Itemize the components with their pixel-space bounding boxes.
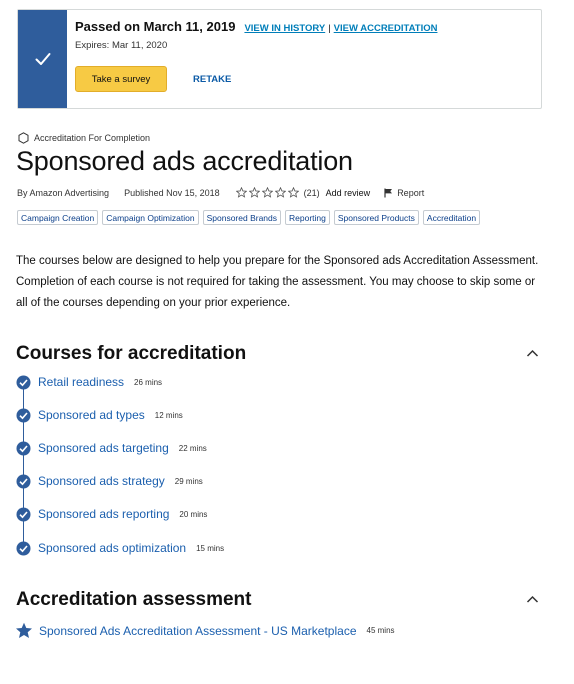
course-duration: 20 mins: [179, 509, 208, 519]
assessment-duration: 45 mins: [366, 626, 395, 635]
course-duration: 22 mins: [178, 443, 207, 453]
meta-row: By Amazon Advertising Published Nov 15, …: [17, 187, 424, 198]
star-outline-icon: [248, 187, 260, 198]
completed-check-icon: [16, 441, 31, 455]
course-link[interactable]: Sponsored ads strategy: [38, 474, 165, 488]
course-duration: 26 mins: [134, 377, 163, 387]
checkmark-icon: [35, 53, 50, 65]
course-item: Sponsored ads strategy 29 mins: [16, 473, 203, 489]
flag-icon: [384, 188, 393, 197]
completed-check-icon: [16, 375, 31, 389]
completed-check-icon: [16, 541, 31, 555]
course-item: Sponsored ads targeting 22 mins: [16, 440, 207, 456]
take-survey-button[interactable]: Take a survey: [75, 66, 167, 92]
course-duration: 29 mins: [174, 476, 203, 486]
report-link[interactable]: Report: [384, 188, 424, 198]
retake-button[interactable]: RETAKE: [193, 74, 231, 85]
star-outline-icon: [261, 187, 273, 198]
chevron-up-icon[interactable]: [526, 595, 539, 604]
course-link[interactable]: Sponsored ads targeting: [38, 441, 169, 455]
completed-check-icon: [16, 474, 31, 488]
tag-list: Campaign Creation Campaign Optimization …: [17, 210, 484, 225]
report-label: Report: [397, 187, 425, 198]
course-link[interactable]: Sponsored ads optimization: [38, 541, 186, 555]
course-duration: 12 mins: [154, 410, 183, 420]
star-outline-icon: [274, 187, 286, 198]
assessment-section-title: Accreditation assessment: [16, 589, 252, 610]
hexagon-icon: [18, 132, 29, 144]
tag-accreditation[interactable]: Accreditation: [422, 210, 481, 225]
rating-stars[interactable]: [235, 187, 301, 198]
link-separator: |: [328, 23, 331, 34]
rating-count: (21): [303, 187, 320, 198]
course-link[interactable]: Sponsored ads reporting: [38, 507, 169, 521]
course-item: Sponsored ads optimization 15 mins: [16, 540, 224, 556]
page-title: Sponsored ads accreditation: [16, 146, 353, 176]
course-link[interactable]: Sponsored ad types: [38, 408, 145, 422]
completed-check-icon: [16, 507, 31, 521]
passed-card: Passed on March 11, 2019 VIEW IN HISTORY…: [17, 9, 542, 109]
star-outline-icon: [287, 187, 299, 198]
passed-check-bar: [18, 10, 67, 108]
passed-title: Passed on March 11, 2019: [75, 19, 236, 34]
tag-sponsored-products[interactable]: Sponsored Products: [333, 210, 419, 225]
expires-date: Expires: Mar 11, 2020: [75, 40, 168, 51]
view-in-history-link[interactable]: VIEW IN HISTORY: [244, 23, 325, 34]
courses-section-title: Courses for accreditation: [16, 343, 247, 364]
tag-sponsored-brands[interactable]: Sponsored Brands: [202, 210, 282, 225]
published-date: Published Nov 15, 2018: [124, 187, 220, 198]
course-item: Sponsored ad types 12 mins: [16, 407, 183, 423]
completed-check-icon: [16, 408, 31, 422]
assessment-link[interactable]: Sponsored Ads Accreditation Assessment -…: [39, 624, 357, 638]
add-review-link[interactable]: Add review: [326, 188, 371, 198]
accreditation-type-label: Accreditation For Completion: [34, 133, 151, 143]
assessment-item: Sponsored Ads Accreditation Assessment -…: [15, 622, 395, 639]
course-link[interactable]: Retail readiness: [38, 375, 124, 389]
course-item: Sponsored ads reporting 20 mins: [16, 506, 207, 522]
description: The courses below are designed to help y…: [16, 255, 539, 309]
star-filled-icon: [16, 622, 32, 638]
view-accreditation-link[interactable]: VIEW ACCREDITATION: [334, 23, 438, 34]
author: By Amazon Advertising: [17, 187, 110, 198]
tag-reporting[interactable]: Reporting: [285, 210, 330, 225]
star-outline-icon: [235, 187, 247, 198]
tag-campaign-optimization[interactable]: Campaign Optimization: [102, 210, 199, 225]
course-duration: 15 mins: [196, 543, 225, 553]
chevron-up-icon[interactable]: [526, 349, 539, 358]
course-item: Retail readiness 26 mins: [16, 374, 162, 390]
accreditation-type: Accreditation For Completion: [18, 132, 150, 144]
tag-campaign-creation[interactable]: Campaign Creation: [17, 210, 99, 225]
